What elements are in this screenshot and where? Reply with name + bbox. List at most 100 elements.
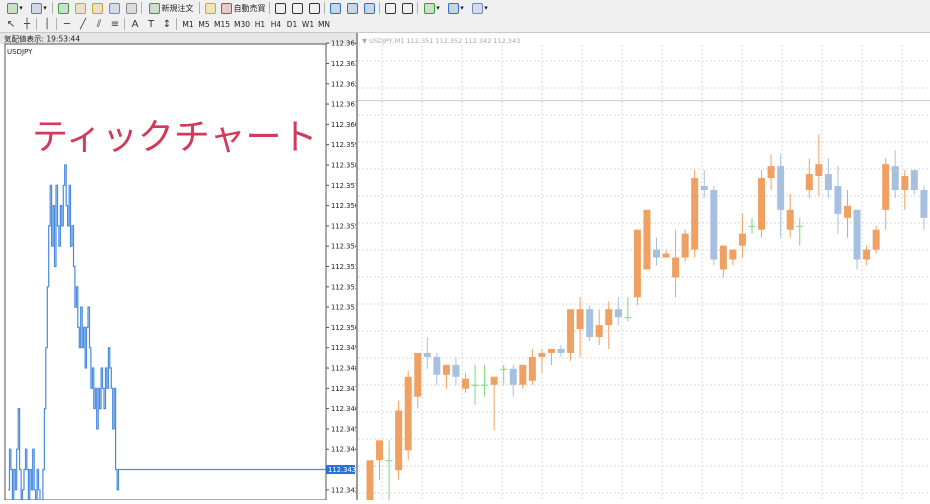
candle [873, 226, 880, 254]
navigator-button[interactable] [73, 1, 88, 15]
current-price-label: 112.343 [328, 466, 356, 474]
candle-body [567, 309, 574, 353]
tick-y-tick-label: 112.351 [331, 304, 356, 312]
candle-body [720, 246, 727, 270]
candle [424, 337, 431, 369]
arrows-tool[interactable]: ↕ [160, 17, 174, 31]
candle [892, 150, 899, 198]
candle [500, 365, 507, 385]
timeframe-h4-button[interactable]: H4 [268, 17, 284, 31]
indicators-button[interactable]: ▾ [421, 1, 443, 15]
timeframe-mn-button[interactable]: MN [316, 17, 332, 31]
data-window-button[interactable] [90, 1, 105, 15]
timeframe-m1-button[interactable]: M1 [180, 17, 196, 31]
strategy-tester-button[interactable] [124, 1, 139, 15]
candle-body [796, 226, 803, 227]
candle-chart-window[interactable]: ▼ USDJPY,M1 112.351 112.352 112.342 112.… [358, 33, 930, 500]
autotrade-button[interactable]: 自動売買 [219, 1, 267, 15]
tick-symbol-label: USDJPY [7, 48, 33, 56]
candle-body [548, 349, 555, 353]
chart-shift-button[interactable] [383, 1, 398, 15]
candlestick-button[interactable] [290, 1, 305, 15]
tick-y-tick-label: 112.362 [331, 80, 356, 88]
dropdown-arrow-icon: ▾ [19, 4, 23, 12]
terminal-icon [109, 3, 120, 14]
tick-chart-window[interactable]: 気配値表示: 19:53:44USDJPY112.364112.363112.3… [0, 33, 358, 500]
tick-y-tick-label: 112.357 [331, 182, 356, 190]
zoom-out-button[interactable] [345, 1, 360, 15]
tick-y-tick-label: 112.346 [331, 405, 356, 413]
zoom-in-button[interactable] [328, 1, 343, 15]
candle-body [701, 186, 708, 190]
fibonacci-icon: ≡ [111, 19, 119, 30]
cursor-tool[interactable]: ↖ [4, 17, 18, 31]
market-watch-icon [58, 3, 69, 14]
candle [634, 230, 641, 306]
toolbar-separator [379, 2, 380, 14]
new-order-button[interactable]: 新規注文 [145, 1, 197, 15]
candle [567, 309, 574, 361]
metaeditor-button[interactable] [203, 1, 217, 15]
tick-y-tick-label: 112.358 [331, 161, 356, 169]
candle-body [424, 353, 431, 357]
new-chart-button[interactable]: ▾ [4, 1, 26, 15]
candle-body [558, 349, 565, 353]
candle [414, 353, 421, 409]
timeframe-h1-button[interactable]: H1 [252, 17, 268, 31]
timeframe-m30-button[interactable]: M30 [232, 17, 252, 31]
candle-body [873, 230, 880, 250]
horizontal-line-icon: ─ [64, 19, 70, 30]
text-tool[interactable]: A [128, 17, 142, 31]
horizontal-line-tool[interactable]: ─ [60, 17, 74, 31]
candle [367, 460, 374, 500]
tick-y-tick-label: 112.350 [331, 324, 356, 332]
tick-plot-frame [5, 44, 326, 500]
trendline-tool[interactable]: ╱ [76, 17, 90, 31]
equidistant-channel-tool[interactable]: ⫽ [92, 17, 106, 31]
candle-body [405, 377, 412, 451]
candle [691, 170, 698, 257]
crosshair-icon: ┼ [24, 19, 30, 30]
new-chart-icon [7, 3, 18, 14]
timeframe-w1-button[interactable]: W1 [300, 17, 316, 31]
terminal-button[interactable] [107, 1, 122, 15]
profiles-button[interactable]: ▾ [28, 1, 50, 15]
dropdown-arrow-icon: ▾ [484, 4, 488, 12]
vertical-line-tool[interactable]: │ [40, 17, 54, 31]
tick-y-tick-label: 112.354 [331, 243, 356, 251]
tick-y-tick-label: 112.363 [331, 60, 356, 68]
candle-body [433, 357, 440, 375]
candle [749, 218, 756, 234]
navigator-icon [75, 3, 86, 14]
tile-windows-button[interactable] [362, 1, 377, 15]
timeframe-m5-button[interactable]: M5 [196, 17, 212, 31]
candle [796, 218, 803, 246]
autoscroll-button[interactable] [400, 1, 415, 15]
crosshair-tool[interactable]: ┼ [20, 17, 34, 31]
text-icon: A [132, 19, 139, 30]
autotrade-label: 自動売買 [234, 3, 266, 14]
candle [672, 230, 679, 298]
candle-body [834, 186, 841, 214]
periods-button[interactable]: ▾ [445, 1, 467, 15]
candle-body [691, 178, 698, 250]
candle-body [892, 166, 899, 190]
timeframe-d1-button[interactable]: D1 [284, 17, 300, 31]
candle [538, 349, 545, 373]
text-label-tool[interactable]: T [144, 17, 158, 31]
new-order-label: 新規注文 [162, 3, 194, 14]
candle-body [911, 170, 918, 190]
templates-button[interactable]: ▾ [469, 1, 491, 15]
tick-y-tick-label: 112.364 [331, 40, 356, 48]
bar-chart-button[interactable] [273, 1, 288, 15]
text-label-icon: T [148, 19, 154, 30]
candle-body [643, 210, 650, 270]
timeframe-m15-button[interactable]: M15 [212, 17, 232, 31]
candle-body [452, 365, 459, 377]
candle-body [624, 317, 631, 318]
fibonacci-tool[interactable]: ≡ [108, 17, 122, 31]
candlestick-icon [292, 3, 303, 14]
line-chart-button[interactable] [307, 1, 322, 15]
toolbar-separator [52, 2, 53, 14]
market-watch-button[interactable] [56, 1, 71, 15]
